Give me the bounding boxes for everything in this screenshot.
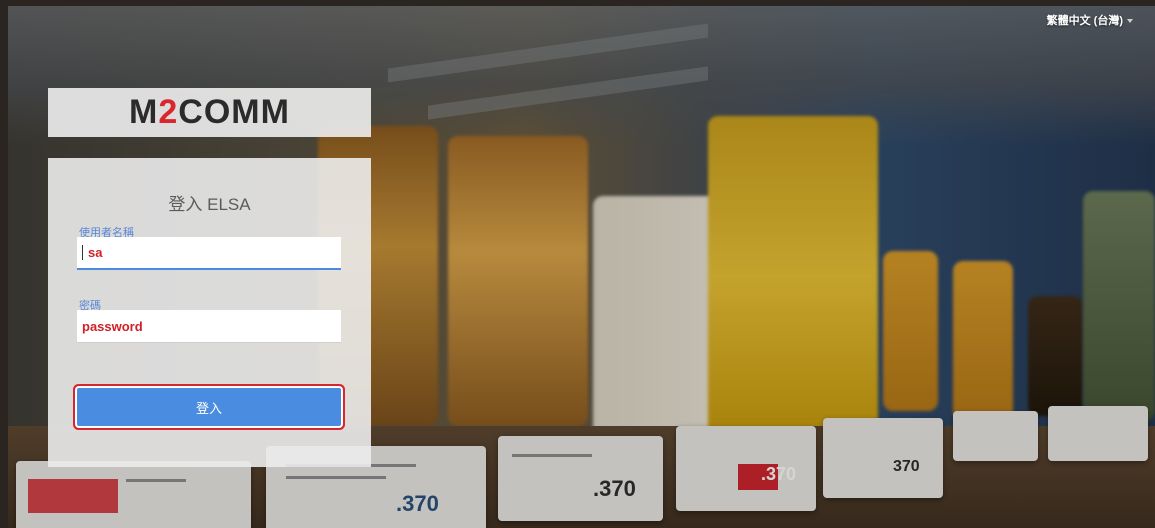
text-cursor (82, 245, 83, 260)
login-button[interactable]: 登入 (77, 388, 341, 426)
chevron-down-icon (1127, 18, 1133, 23)
m2comm-logo: M2COMM (129, 93, 290, 131)
login-title: 登入 ELSA (168, 195, 251, 214)
login-panel: 登入 ELSA 使用者名稱 sa 密碼 password 登入 (48, 158, 371, 467)
username-field[interactable]: sa (77, 237, 341, 270)
username-value: sa (88, 245, 103, 260)
language-selector-label: 繁體中文 (台灣) (1046, 15, 1123, 27)
password-field[interactable]: password (77, 310, 341, 343)
logo-card: M2COMM (48, 88, 371, 137)
password-value: password (82, 318, 143, 334)
language-selector[interactable]: 繁體中文 (台灣) (1047, 12, 1133, 28)
